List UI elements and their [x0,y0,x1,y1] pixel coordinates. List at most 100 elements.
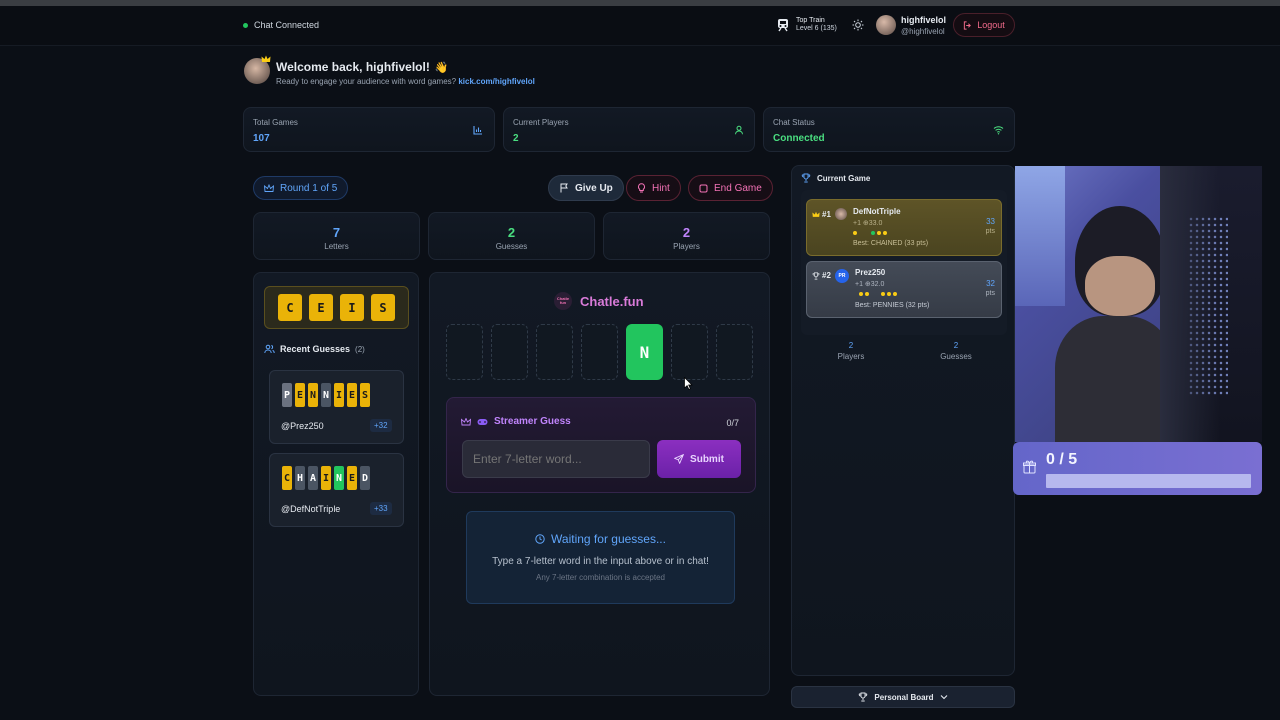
crown-icon [261,55,271,62]
streamer-guess-panel: Streamer Guess 0/7 Submit [446,397,756,493]
player-rank: #2 [822,271,831,280]
guess-card: P E N N I E S @Prez250 +32 [269,370,404,444]
player-dots [859,292,897,296]
guess-letter: E [347,383,357,407]
player-meta: +1 ⊕32.0 [855,281,885,288]
crown-icon [812,211,820,217]
logout-button[interactable]: Logout [953,13,1015,37]
player-card: #2 PR Prez250 +1 ⊕32.0 Best: PENNIES (32… [806,261,1002,318]
chat-status: Chat Connected [243,20,319,30]
end-game-button[interactable]: End Game [688,175,773,201]
trophy-icon [801,173,811,183]
user-info[interactable]: highfivelol @highfivelol [901,15,946,37]
trophy-icon [859,692,868,702]
player-best: Best: PENNIES (32 pts) [855,302,930,309]
hint-button[interactable]: Hint [626,175,681,201]
guess-letter: H [295,466,305,490]
stop-icon [699,184,708,192]
brand-name: Chatle.fun [580,293,644,309]
train-badge[interactable]: Top Train Level 6 (135) [776,17,837,33]
wifi-icon [993,126,1004,135]
personal-board-toggle[interactable]: Personal Board [791,686,1015,708]
current-game-panel: Current Game #1 DefNotTriple +1 ⊕33.0 Be… [791,165,1015,676]
round-label: Round 1 of 5 [280,182,338,194]
user-handle: @highfivelol [901,27,945,36]
stat-chat-status: Chat Status Connected [763,107,1015,152]
round-indicator: Round 1 of 5 [253,176,349,200]
channel-link[interactable]: kick.com/highfivelol [458,77,534,86]
guesses-count-card: 2 Guesses [428,212,595,260]
end-game-label: End Game [714,182,762,194]
footer-value: 2 [953,341,959,350]
gift-goal-text: 0 / 5 [1046,451,1078,468]
summary-value: 2 [507,225,516,240]
word-board: N [446,324,753,380]
guess-letter: E [347,466,357,490]
lightbulb-icon [638,183,645,193]
give-up-button[interactable]: Give Up [548,175,624,201]
guess-user: @Prez250 [281,421,324,431]
welcome-title: Welcome back, highfivelol! [276,60,430,74]
players-count-card: 2 Players [603,212,770,260]
users-icon [264,344,275,354]
current-game-title: Current Game [817,173,871,183]
gift-goal-progress-bar [1046,474,1251,488]
player-rank: #1 [822,210,831,219]
game-panel: Chatle fun Chatle.fun N Streamer Guess 0… [429,272,770,696]
word-input[interactable] [462,440,650,478]
letter-slot [491,324,528,380]
stat-value: Connected [773,133,825,144]
letter-slot [671,324,708,380]
status-dot-icon [243,22,248,28]
brand: Chatle fun Chatle.fun [554,292,644,310]
username: highfivelol [901,15,946,25]
webcam-feed-right [1160,166,1262,442]
submit-button[interactable]: Submit [657,440,741,478]
stat-label: Current Players [513,118,569,127]
guess-letter: S [360,383,370,407]
streamer-guess-title: Streamer Guess [494,416,571,427]
letters-count-card: 7 Letters [253,212,420,260]
sun-icon[interactable] [852,19,864,31]
stat-current-players: Current Players 2 [503,107,755,152]
waiting-title: Waiting for guesses... [551,532,666,546]
player-avatar [835,208,847,220]
player-points: 33 [986,217,995,226]
chevron-down-icon [940,695,947,700]
footer-label: Guesses [940,352,972,361]
letter-tile: S [371,294,395,321]
welcome-subtitle: Ready to engage your audience with word … [276,77,535,86]
guess-word: P E N N I E S [282,383,370,407]
avatar[interactable] [876,15,896,35]
trophy-icon [812,272,820,280]
recent-guesses-count: (2) [355,344,365,354]
player-dots [853,231,887,235]
welcome-subtitle-text: Ready to engage your audience with word … [276,77,457,86]
guess-card: C H A I N E D @DefNotTriple +33 [269,453,404,527]
guess-letter: I [321,466,331,490]
top-bar: Chat Connected Top Train Level 6 (135) h… [0,6,1280,46]
summary-label: Players [673,242,700,251]
stat-value: 107 [253,133,270,144]
footer-value: 2 [848,341,854,350]
player-card: #1 DefNotTriple +1 ⊕33.0 Best: CHAINED (… [806,199,1002,256]
stat-total-games: Total Games 107 [243,107,495,152]
summary-value: 7 [332,225,341,240]
guess-letter: N [308,383,318,407]
player-meta: +1 ⊕33.0 [853,220,883,227]
summary-value: 2 [682,225,691,240]
hint-label: Hint [652,182,670,194]
player-name: DefNotTriple [853,207,901,216]
guess-word: C H A I N E D [282,466,370,490]
footer-players: 2 Players [801,341,901,361]
waiting-line1: Type a 7-letter word in the input above … [492,556,709,567]
summary-label: Letters [324,242,349,251]
stat-label: Total Games [253,118,298,127]
player-points-unit: pts [985,290,995,297]
left-panel: C E I S Recent Guesses (2) P E N N I E S… [253,272,419,696]
bar-chart-icon [473,126,482,135]
letter-slot [446,324,483,380]
current-game-header: Current Game [801,173,870,183]
summary-label: Guesses [495,242,528,251]
webcam-feed [1015,166,1160,442]
